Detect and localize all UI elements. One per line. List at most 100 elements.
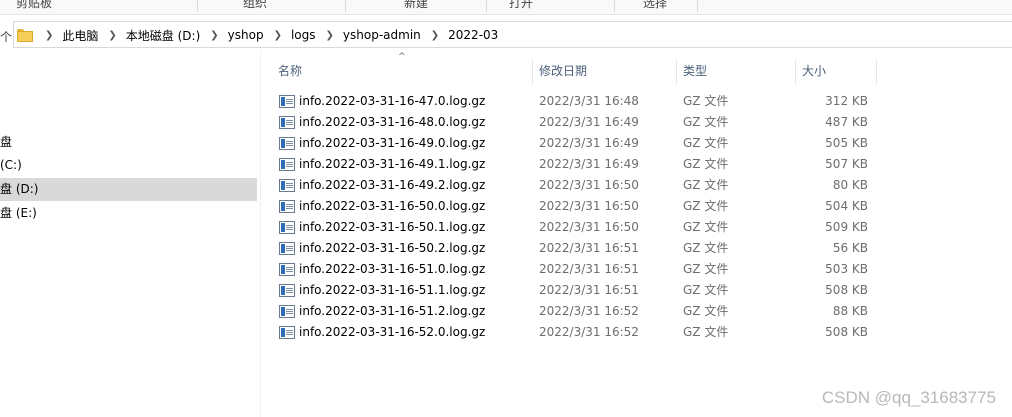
file-date: 2022/3/31 16:48 — [539, 94, 639, 108]
file-type: GZ 文件 — [683, 94, 729, 108]
ribbon-separator — [614, 0, 615, 12]
column-header-date[interactable]: 修改日期 — [539, 56, 587, 84]
file-type: GZ 文件 — [683, 220, 729, 234]
gz-file-icon — [279, 221, 295, 234]
file-row[interactable]: info.2022-03-31-16-48.0.log.gz 2022/3/31… — [270, 112, 890, 133]
file-size: 312 KB — [825, 94, 868, 108]
file-date: 2022/3/31 16:49 — [539, 115, 639, 129]
file-type: GZ 文件 — [683, 199, 729, 213]
file-date: 2022/3/31 16:50 — [539, 220, 639, 234]
file-size: 503 KB — [825, 262, 868, 276]
file-name: info.2022-03-31-16-48.0.log.gz — [299, 115, 486, 129]
breadcrumb-2022-03[interactable]: 2022-03 — [448, 28, 498, 42]
file-name: info.2022-03-31-16-50.2.log.gz — [299, 241, 486, 255]
file-row[interactable]: info.2022-03-31-16-51.2.log.gz 2022/3/31… — [270, 301, 890, 322]
file-date: 2022/3/31 16:51 — [539, 241, 639, 255]
ribbon-separator — [345, 0, 346, 12]
file-date: 2022/3/31 16:49 — [539, 136, 639, 150]
ribbon-group-organize: 组织 — [243, 0, 268, 10]
column-resize-handle[interactable] — [795, 60, 796, 84]
file-type: GZ 文件 — [683, 115, 729, 129]
file-type: GZ 文件 — [683, 241, 729, 255]
column-header-type[interactable]: 类型 — [683, 56, 707, 84]
breadcrumb-this-pc[interactable]: 此电脑 — [62, 27, 98, 44]
file-name: info.2022-03-31-16-51.2.log.gz — [299, 304, 486, 318]
chevron-right-icon[interactable]: ❯ — [326, 30, 334, 41]
breadcrumb-logs[interactable]: logs — [291, 28, 316, 42]
up-arrow-button[interactable]: 个 — [0, 28, 12, 45]
file-type: GZ 文件 — [683, 283, 729, 297]
gz-file-icon — [279, 242, 295, 255]
ribbon-group-clipboard: 剪贴板 — [16, 0, 53, 10]
file-row[interactable]: info.2022-03-31-16-51.0.log.gz 2022/3/31… — [270, 259, 890, 280]
column-resize-handle[interactable] — [676, 60, 677, 84]
nav-item-drive-e[interactable]: 盘 (E:) — [0, 202, 257, 225]
ribbon-separator — [486, 0, 487, 12]
chevron-right-icon[interactable]: ❯ — [108, 30, 116, 41]
file-name: info.2022-03-31-16-47.0.log.gz — [299, 94, 486, 108]
chevron-right-icon[interactable]: ❯ — [274, 30, 282, 41]
file-row[interactable]: info.2022-03-31-16-49.2.log.gz 2022/3/31… — [270, 175, 890, 196]
file-date: 2022/3/31 16:52 — [539, 304, 639, 318]
gz-file-icon — [279, 263, 295, 276]
file-size: 508 KB — [825, 325, 868, 339]
file-row[interactable]: info.2022-03-31-16-51.1.log.gz 2022/3/31… — [270, 280, 890, 301]
folder-icon — [17, 28, 33, 42]
chevron-right-icon[interactable]: ❯ — [210, 30, 218, 41]
file-name: info.2022-03-31-16-52.0.log.gz — [299, 325, 486, 339]
file-date: 2022/3/31 16:50 — [539, 199, 639, 213]
ribbon-separator — [197, 0, 198, 12]
file-row[interactable]: info.2022-03-31-16-47.0.log.gz 2022/3/31… — [270, 91, 890, 112]
breadcrumb-yshop-admin[interactable]: yshop-admin — [343, 28, 421, 42]
file-type: GZ 文件 — [683, 325, 729, 339]
gz-file-icon — [279, 305, 295, 318]
file-type: GZ 文件 — [683, 304, 729, 318]
file-name: info.2022-03-31-16-50.0.log.gz — [299, 199, 486, 213]
file-row[interactable]: info.2022-03-31-16-49.0.log.gz 2022/3/31… — [270, 133, 890, 154]
file-name: info.2022-03-31-16-49.2.log.gz — [299, 178, 486, 192]
gz-file-icon — [279, 158, 295, 171]
file-name: info.2022-03-31-16-51.0.log.gz — [299, 262, 486, 276]
file-row[interactable]: info.2022-03-31-16-50.1.log.gz 2022/3/31… — [270, 217, 890, 238]
file-type: GZ 文件 — [683, 178, 729, 192]
column-resize-handle[interactable] — [532, 60, 533, 84]
nav-item-drive[interactable]: 盘 — [0, 131, 257, 154]
ribbon-group-open: 打开 — [509, 0, 534, 10]
nav-item-drive-c[interactable]: (C:) — [0, 154, 257, 177]
sort-ascending-icon: ^ — [398, 52, 406, 62]
chevron-right-icon[interactable]: ❯ — [45, 30, 53, 41]
column-header-size[interactable]: 大小 — [802, 56, 826, 84]
column-header-name[interactable]: 名称 — [278, 56, 302, 84]
gz-file-icon — [279, 179, 295, 192]
breadcrumb-yshop[interactable]: yshop — [228, 28, 264, 42]
file-name: info.2022-03-31-16-49.1.log.gz — [299, 157, 486, 171]
nav-item-drive-d[interactable]: 盘 (D:) — [0, 178, 257, 201]
column-resize-handle[interactable] — [876, 60, 877, 84]
file-row[interactable]: info.2022-03-31-16-50.0.log.gz 2022/3/31… — [270, 196, 890, 217]
gz-file-icon — [279, 200, 295, 213]
ribbon-group-new: 新建 — [404, 0, 429, 10]
watermark: CSDN @qq_31683775 — [821, 388, 996, 407]
ribbon-group-labels: 剪贴板 组织 新建 打开 选择 — [0, 0, 1012, 15]
file-size: 505 KB — [825, 136, 868, 150]
ribbon-group-select: 选择 — [643, 0, 668, 10]
ribbon-separator — [697, 0, 698, 12]
pane-divider[interactable] — [260, 50, 261, 417]
file-row[interactable]: info.2022-03-31-16-50.2.log.gz 2022/3/31… — [270, 238, 890, 259]
file-size: 504 KB — [825, 199, 868, 213]
file-type: GZ 文件 — [683, 157, 729, 171]
file-date: 2022/3/31 16:52 — [539, 325, 639, 339]
file-date: 2022/3/31 16:49 — [539, 157, 639, 171]
breadcrumb: ❯ 此电脑 ❯ 本地磁盘 (D:) ❯ yshop ❯ logs ❯ yshop… — [17, 24, 498, 46]
breadcrumb-drive-d[interactable]: 本地磁盘 (D:) — [126, 27, 200, 44]
file-size: 507 KB — [825, 157, 868, 171]
file-date: 2022/3/31 16:51 — [539, 283, 639, 297]
gz-file-icon — [279, 137, 295, 150]
file-size: 509 KB — [825, 220, 868, 234]
chevron-right-icon[interactable]: ❯ — [431, 30, 439, 41]
file-date: 2022/3/31 16:50 — [539, 178, 639, 192]
file-row[interactable]: info.2022-03-31-16-49.1.log.gz 2022/3/31… — [270, 154, 890, 175]
file-date: 2022/3/31 16:51 — [539, 262, 639, 276]
navigation-pane: 盘 (C:) 盘 (D:) 盘 (E:) — [0, 50, 260, 417]
file-row[interactable]: info.2022-03-31-16-52.0.log.gz 2022/3/31… — [270, 322, 890, 343]
